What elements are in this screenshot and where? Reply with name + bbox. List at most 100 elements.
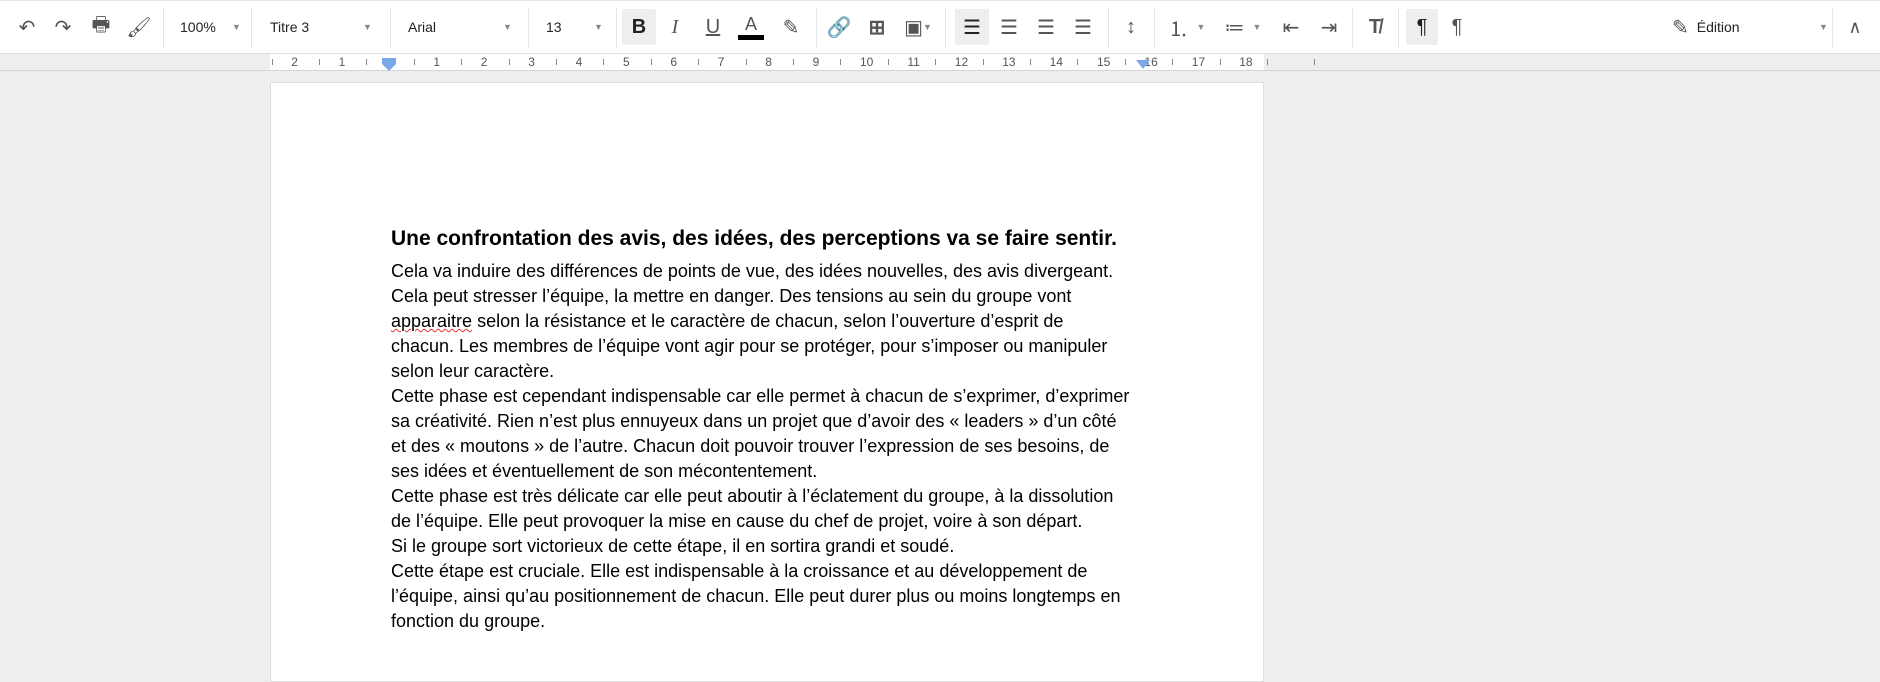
toolbar: ↶ ↷ 🖶 🖌 100% ▼ Titre 3 ▼ Arial ▼ 13 ▼ B I U … xyxy=(0,0,1880,54)
ruler-tick xyxy=(698,59,700,65)
ruler-tick xyxy=(982,59,984,65)
style-select[interactable]: Titre 3 ▼ xyxy=(270,9,385,45)
ruler-label: 17 xyxy=(1191,55,1206,69)
decrease-indent-icon[interactable]: ⇤ xyxy=(1276,9,1306,45)
ruler-tick xyxy=(1029,59,1031,65)
pencil-icon: ✎ xyxy=(1672,16,1689,39)
highlight-icon[interactable]: ✎ xyxy=(776,9,806,45)
align-left-icon[interactable]: ☰ xyxy=(955,9,989,45)
ruler-tick xyxy=(1219,59,1221,65)
ruler-label: 2 xyxy=(291,55,298,69)
ruler-label: 13 xyxy=(1002,55,1016,69)
ruler-label: 1 xyxy=(338,55,346,69)
justify-icon[interactable]: ☰ xyxy=(1068,9,1098,45)
ruler-tick xyxy=(555,59,557,65)
ruler-label: 3 xyxy=(528,55,535,69)
style-value: Titre 3 xyxy=(270,19,310,35)
ruler-label: 12 xyxy=(954,55,969,69)
ruler-label: 9 xyxy=(812,55,820,69)
ruler-tick xyxy=(840,59,842,65)
text-line: Cette étape est cruciale. Elle est indis… xyxy=(391,561,1088,581)
text-line: l’équipe, ainsi qu’au positionnement de … xyxy=(391,586,1121,606)
paint-format-icon[interactable]: 🖌 xyxy=(124,9,154,45)
ruler-label: 15 xyxy=(1097,55,1111,69)
numbered-list-icon[interactable]: ⒈ ▼ xyxy=(1162,9,1212,45)
ruler-tick xyxy=(461,59,463,65)
collapse-icon[interactable]: ∧ xyxy=(1840,9,1870,45)
right-indent-marker[interactable] xyxy=(1136,60,1150,69)
increase-indent-icon[interactable]: ⇥ xyxy=(1314,9,1344,45)
ruler-tick xyxy=(1266,59,1268,65)
ruler-tick xyxy=(745,59,747,65)
zoom-value: 100% xyxy=(180,19,216,35)
ruler-tick xyxy=(1124,59,1126,65)
ruler-tick xyxy=(271,59,273,65)
text-line: de l’équipe. Elle peut provoquer la mise… xyxy=(391,511,1083,531)
ruler-label: 4 xyxy=(575,55,583,69)
text-line: Cette phase est très délicate car elle p… xyxy=(391,486,1114,506)
text-line: Cela va induire des différences de point… xyxy=(391,261,1114,281)
text-line: chacun. Les membres de l’équipe vont agi… xyxy=(391,336,1108,356)
clear-formatting-icon[interactable]: T̸ xyxy=(1360,9,1390,45)
ruler-label: 5 xyxy=(623,55,630,69)
ruler-tick xyxy=(318,59,320,65)
align-right-icon[interactable]: ☰ xyxy=(1031,9,1061,45)
font-size-value: 13 xyxy=(546,19,562,35)
ruler-tick xyxy=(603,59,605,65)
ruler-tick xyxy=(508,59,510,65)
font-size-select[interactable]: 13 ▼ xyxy=(546,9,606,45)
ruler-tick xyxy=(792,59,794,65)
document-body[interactable]: Une confrontation des avis, des idées, d… xyxy=(391,225,1171,634)
text-line: apparaitre selon la résistance et le car… xyxy=(391,309,1171,334)
undo-icon[interactable]: ↶ xyxy=(12,9,42,45)
ruler-tick xyxy=(935,59,937,65)
link-icon[interactable]: 🔗 xyxy=(824,9,854,45)
ruler-label: 18 xyxy=(1239,55,1253,69)
text-line: selon leur caractère. xyxy=(391,361,555,381)
misspelled-word[interactable]: apparaitre xyxy=(391,311,472,331)
text-color-icon[interactable]: A xyxy=(736,9,766,45)
align-center-icon[interactable]: ☰ xyxy=(994,9,1024,45)
ruler-tick xyxy=(650,59,652,65)
redo-icon[interactable]: ↷ xyxy=(48,9,78,45)
ruler[interactable]: 2 1 1 2 3 4 5 6 7 8 9 10 11 12 13 14 15 16 17 18 xyxy=(0,54,1880,71)
bold-icon[interactable]: B xyxy=(622,9,656,45)
text-line: et des « moutons » de l’autre. Chacun do… xyxy=(391,436,1110,456)
text-line: ses idées et éventuellement de son mécon… xyxy=(391,461,818,481)
ruler-label: 1 xyxy=(433,55,441,69)
italic-icon[interactable]: I xyxy=(660,9,690,45)
ruler-tick xyxy=(887,59,889,65)
ruler-label: 11 xyxy=(907,55,920,69)
ruler-tick xyxy=(1172,59,1174,65)
ruler-label: 2 xyxy=(480,55,488,69)
text-line: fonction du groupe. xyxy=(391,611,546,631)
mode-select[interactable]: ✎ Édition ▼ xyxy=(1672,9,1832,45)
text-line: Si le groupe sort victorieux de cette ét… xyxy=(391,536,955,556)
mode-value: Édition xyxy=(1696,19,1740,35)
ruler-label: 7 xyxy=(717,55,725,69)
ruler-label: 6 xyxy=(670,55,678,69)
ruler-label: 8 xyxy=(765,55,772,69)
ltr-icon[interactable]: ¶ xyxy=(1406,9,1438,45)
line-spacing-icon[interactable]: ↕ xyxy=(1116,9,1146,45)
text-line: sa créativité. Rien n’est plus ennuyeux … xyxy=(391,411,1117,431)
print-icon[interactable]: 🖶 xyxy=(86,9,116,45)
underline-icon[interactable]: U xyxy=(698,9,728,45)
bulleted-list-icon[interactable]: ≔ ▼ xyxy=(1218,9,1268,45)
add-comment-icon[interactable]: ⊞ xyxy=(862,9,892,45)
ruler-label: 10 xyxy=(860,55,874,69)
left-indent-triangle[interactable] xyxy=(382,64,396,71)
ruler-tick xyxy=(1077,59,1079,65)
image-icon[interactable]: ▣ ▼ xyxy=(898,9,938,45)
document-page[interactable]: Une confrontation des avis, des idées, d… xyxy=(270,82,1264,682)
text-line: Cette phase est cependant indispensable … xyxy=(391,386,1130,406)
heading: Une confrontation des avis, des idées, d… xyxy=(391,227,1117,250)
ruler-tick xyxy=(413,59,415,65)
zoom-select[interactable]: 100% ▼ xyxy=(180,9,250,45)
ruler-tick xyxy=(1314,59,1316,65)
rtl-icon[interactable]: ¶ xyxy=(1442,9,1472,45)
font-select[interactable]: Arial ▼ xyxy=(408,9,518,45)
text-segment: selon la résistance et le caractère de c… xyxy=(472,311,1064,331)
text-line: Cela peut stresser l’équipe, la mettre e… xyxy=(391,286,1072,306)
ruler-tick xyxy=(366,59,368,65)
